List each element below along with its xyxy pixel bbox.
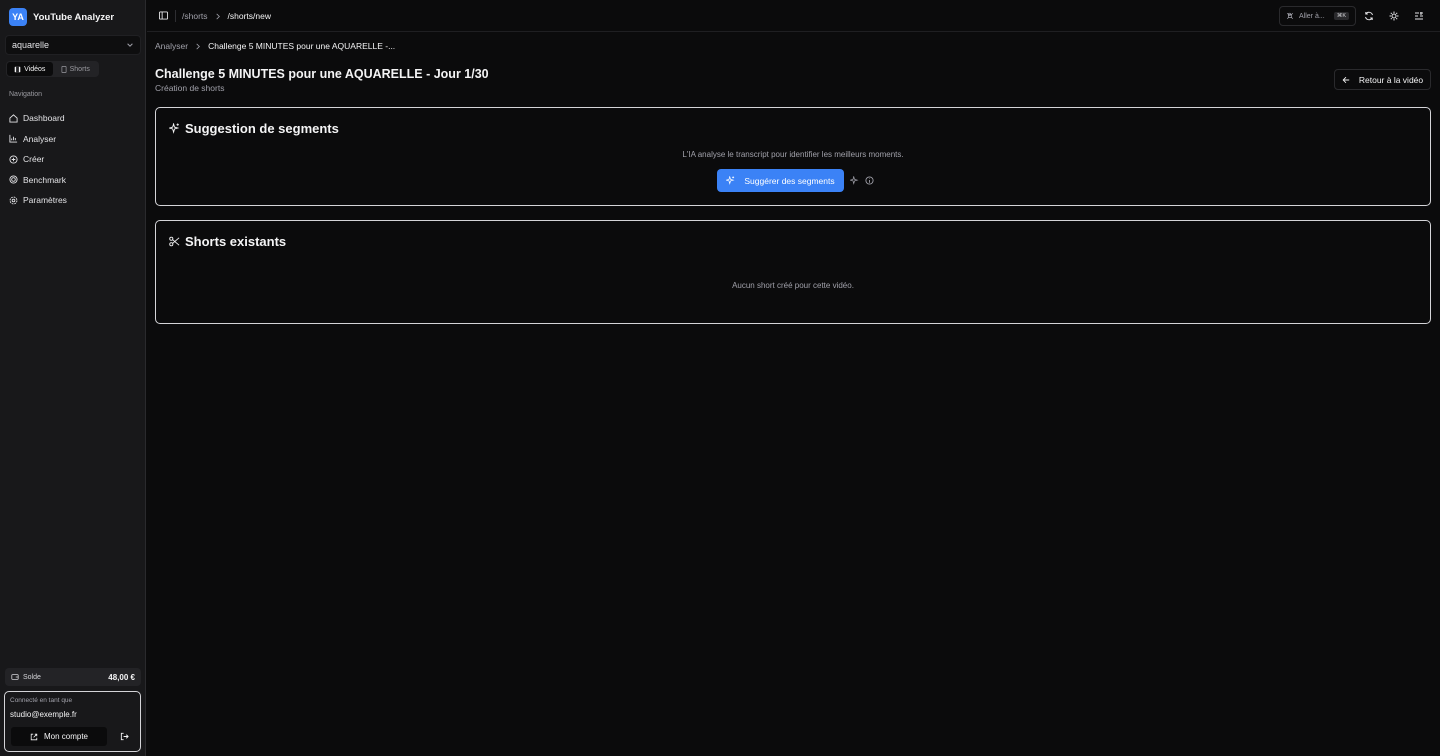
refresh-button[interactable] — [1364, 11, 1374, 21]
back-to-video-button[interactable]: Retour à la vidéo — [1334, 69, 1431, 90]
empty-shorts-message: Aucun short créé pour cette vidéo. — [732, 281, 854, 290]
my-account-button[interactable]: Mon compte — [11, 727, 107, 746]
gear-icon — [9, 196, 18, 205]
nav-list: Dashboard Analyser Créer Benchmark Param… — [9, 108, 139, 211]
chevron-down-icon — [127, 43, 133, 47]
panel-left-icon — [159, 11, 168, 20]
content-type-toggle: Vidéos Shorts — [6, 61, 99, 77]
sidebar: YA YouTube Analyzer aquarelle Vidéos Sho… — [0, 0, 146, 756]
toggle-videos-label: Vidéos — [24, 65, 46, 73]
app-name: YouTube Analyzer — [33, 11, 115, 23]
sparkles-icon[interactable] — [850, 176, 859, 185]
sidebar-item-creer[interactable]: Créer — [9, 149, 139, 170]
sidebar-item-label: Dashboard — [23, 113, 65, 124]
sidebar-item-label: Analyser — [23, 133, 57, 144]
topbar: /shorts /shorts/new Aller à... ⌘K — [147, 0, 1440, 32]
route-crumb-new: /shorts/new — [227, 11, 271, 21]
nav-heading: Navigation — [9, 91, 43, 98]
target-icon — [9, 175, 18, 184]
account-card: Connecté en tant que studio@exemple.fr M… — [4, 691, 141, 752]
logout-button[interactable] — [120, 732, 129, 741]
film-icon — [14, 66, 21, 72]
topbar-divider — [175, 10, 176, 22]
breadcrumb-current: Challenge 5 MINUTES pour une AQUARELLE -… — [208, 41, 396, 51]
existing-shorts-title: Shorts existants — [185, 234, 287, 249]
suggest-segments-button[interactable]: Suggérer des segments — [717, 169, 844, 192]
wallet-icon — [11, 674, 19, 680]
account-email: studio@exemple.fr — [10, 710, 77, 719]
toggle-shorts-label: Shorts — [69, 65, 90, 73]
command-search-button[interactable]: Aller à... ⌘K — [1279, 6, 1356, 26]
suggestion-card: Suggestion de segments L'IA analyse le t… — [155, 107, 1431, 206]
suggestion-description: L'IA analyse le transcript pour identifi… — [682, 150, 904, 159]
my-account-label: Mon compte — [43, 732, 89, 741]
list-settings-icon — [1415, 12, 1423, 20]
command-search-label: Aller à... — [1299, 12, 1325, 20]
chevron-right-icon — [196, 43, 201, 49]
back-to-video-label: Retour à la vidéo — [1358, 74, 1424, 85]
page-title: Challenge 5 MINUTES pour une AQUARELLE -… — [155, 67, 489, 81]
external-link-icon — [30, 733, 38, 740]
scissors-icon — [169, 236, 180, 247]
chevron-right-icon — [215, 13, 220, 19]
balance-label: Solde — [23, 673, 41, 681]
brand-logo: YA — [9, 8, 27, 26]
sidebar-item-label: Benchmark — [23, 174, 66, 185]
brand[interactable]: YA YouTube Analyzer — [9, 8, 114, 26]
balance-box: Solde 48,00 € — [5, 668, 141, 686]
plus-circle-icon — [9, 155, 18, 164]
sidebar-toggle-button[interactable] — [159, 11, 168, 20]
sidebar-item-label: Créer — [23, 154, 45, 165]
home-icon — [9, 114, 18, 123]
page-subtitle: Création de shorts — [155, 83, 225, 93]
shortcut-badge: ⌘K — [1333, 12, 1349, 20]
existing-shorts-card: Shorts existants Aucun short créé pour c… — [155, 220, 1431, 324]
channel-select[interactable]: aquarelle — [5, 35, 141, 55]
refresh-icon — [1365, 11, 1373, 21]
breadcrumb-analyser[interactable]: Analyser — [155, 41, 188, 51]
sidebar-item-benchmark[interactable]: Benchmark — [9, 170, 139, 191]
sidebar-item-dashboard[interactable]: Dashboard — [9, 108, 139, 129]
balance-amount: 48,00 € — [108, 672, 135, 682]
sparkles-icon — [169, 123, 180, 134]
sun-icon — [1389, 11, 1399, 21]
breadcrumb: Analyser Challenge 5 MINUTES pour une AQ… — [155, 41, 395, 51]
suggestion-card-header: Suggestion de segments — [169, 121, 339, 136]
sidebar-item-analyser[interactable]: Analyser — [9, 129, 139, 150]
suggestion-actions: Suggérer des segments — [717, 169, 874, 192]
toggle-videos[interactable]: Vidéos — [7, 62, 53, 76]
suggest-segments-label: Suggérer des segments — [744, 175, 835, 186]
route-crumb-shorts[interactable]: /shorts — [182, 11, 208, 21]
command-icon — [1286, 12, 1294, 20]
chart-icon — [9, 135, 18, 143]
sidebar-item-label: Paramètres — [23, 195, 67, 206]
info-icon[interactable] — [865, 176, 874, 185]
toggle-shorts[interactable]: Shorts — [53, 62, 99, 76]
phone-icon — [61, 65, 67, 73]
theme-toggle-button[interactable] — [1389, 11, 1399, 21]
sparkles-icon — [726, 176, 735, 185]
suggestion-card-title: Suggestion de segments — [185, 121, 339, 136]
account-label: Connecté en tant que — [10, 697, 73, 704]
existing-shorts-header: Shorts existants — [169, 234, 286, 249]
logout-icon — [120, 732, 129, 741]
channel-select-value: aquarelle — [12, 40, 50, 50]
sidebar-item-parametres[interactable]: Paramètres — [9, 190, 139, 211]
arrow-left-icon — [1342, 76, 1350, 83]
route-breadcrumb: /shorts /shorts/new — [182, 0, 271, 32]
settings-list-button[interactable] — [1414, 11, 1424, 21]
